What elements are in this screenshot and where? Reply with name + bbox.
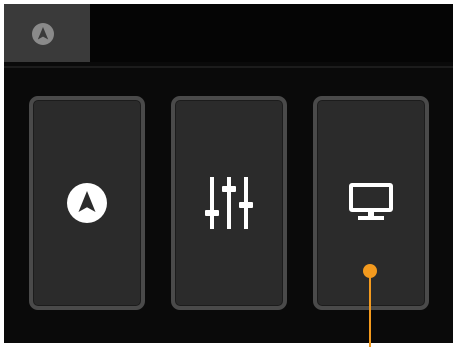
settings-tile[interactable] [171,96,287,310]
device-screen [4,4,453,343]
monitor-icon [349,183,393,220]
navigation-icon [32,23,54,45]
tab-navigation[interactable] [4,4,90,62]
navigation-tile[interactable] [29,96,145,310]
callout-pointer-line [369,276,371,347]
divider [4,66,453,68]
sliders-icon [205,177,253,229]
navigation-icon [67,183,107,223]
tab-bar [4,4,453,62]
